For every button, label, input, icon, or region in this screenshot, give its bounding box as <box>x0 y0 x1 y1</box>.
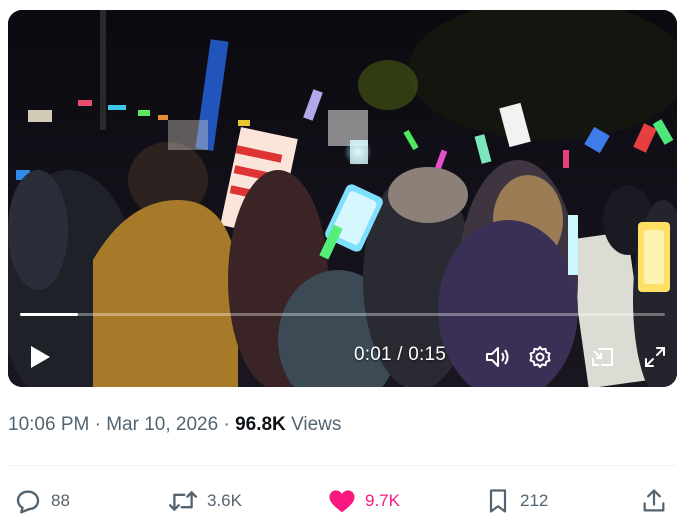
reply-button[interactable]: 88 <box>13 483 70 519</box>
bookmark-icon <box>489 489 507 513</box>
repost-icon <box>168 491 198 511</box>
video-progress-bar[interactable] <box>20 313 665 316</box>
separator-dot: · <box>94 414 101 435</box>
video-player[interactable]: 0:01 / 0:15 <box>8 10 677 387</box>
picture-in-picture-icon <box>592 348 613 366</box>
repost-button[interactable]: 3.6K <box>167 483 242 519</box>
views-label: Views <box>291 414 342 435</box>
bookmark-count: 212 <box>520 491 549 510</box>
bookmark-button[interactable]: 212 <box>484 483 548 519</box>
expand-icon <box>645 347 665 367</box>
play-button[interactable] <box>26 343 54 371</box>
heart-filled-icon <box>329 490 355 513</box>
video-time: 0:01 / 0:15 <box>354 344 446 366</box>
divider <box>8 465 676 466</box>
post-date[interactable]: Mar 10, 2026 <box>106 414 218 435</box>
volume-muted-icon <box>486 347 509 367</box>
video-time-current: 0:01 <box>354 344 392 365</box>
reply-icon <box>16 490 40 514</box>
video-controls: 0:01 / 0:15 <box>8 10 677 387</box>
post-actions-bar: 88 3.6K 9.7K 212 <box>0 483 684 519</box>
play-icon <box>31 346 50 368</box>
views-count: 96.8K <box>235 414 286 435</box>
video-progress-fill <box>20 313 79 316</box>
video-time-total: 0:15 <box>408 344 447 365</box>
separator-dot: · <box>223 414 230 435</box>
reply-count: 88 <box>51 491 70 510</box>
like-count: 9.7K <box>365 491 400 510</box>
share-icon <box>643 489 665 512</box>
volume-button[interactable] <box>482 342 512 372</box>
video-time-separator: / <box>397 344 403 365</box>
settings-button[interactable] <box>525 342 555 372</box>
post-metadata: 10:06 PM · Mar 10, 2026 · 96.8K Views <box>8 414 341 436</box>
pip-button[interactable] <box>588 342 618 372</box>
share-button[interactable] <box>640 483 668 519</box>
like-button[interactable]: 9.7K <box>327 483 400 519</box>
post-time[interactable]: 10:06 PM <box>8 414 89 435</box>
fullscreen-button[interactable] <box>640 342 670 372</box>
repost-count: 3.6K <box>207 491 242 510</box>
gear-icon <box>529 346 551 368</box>
